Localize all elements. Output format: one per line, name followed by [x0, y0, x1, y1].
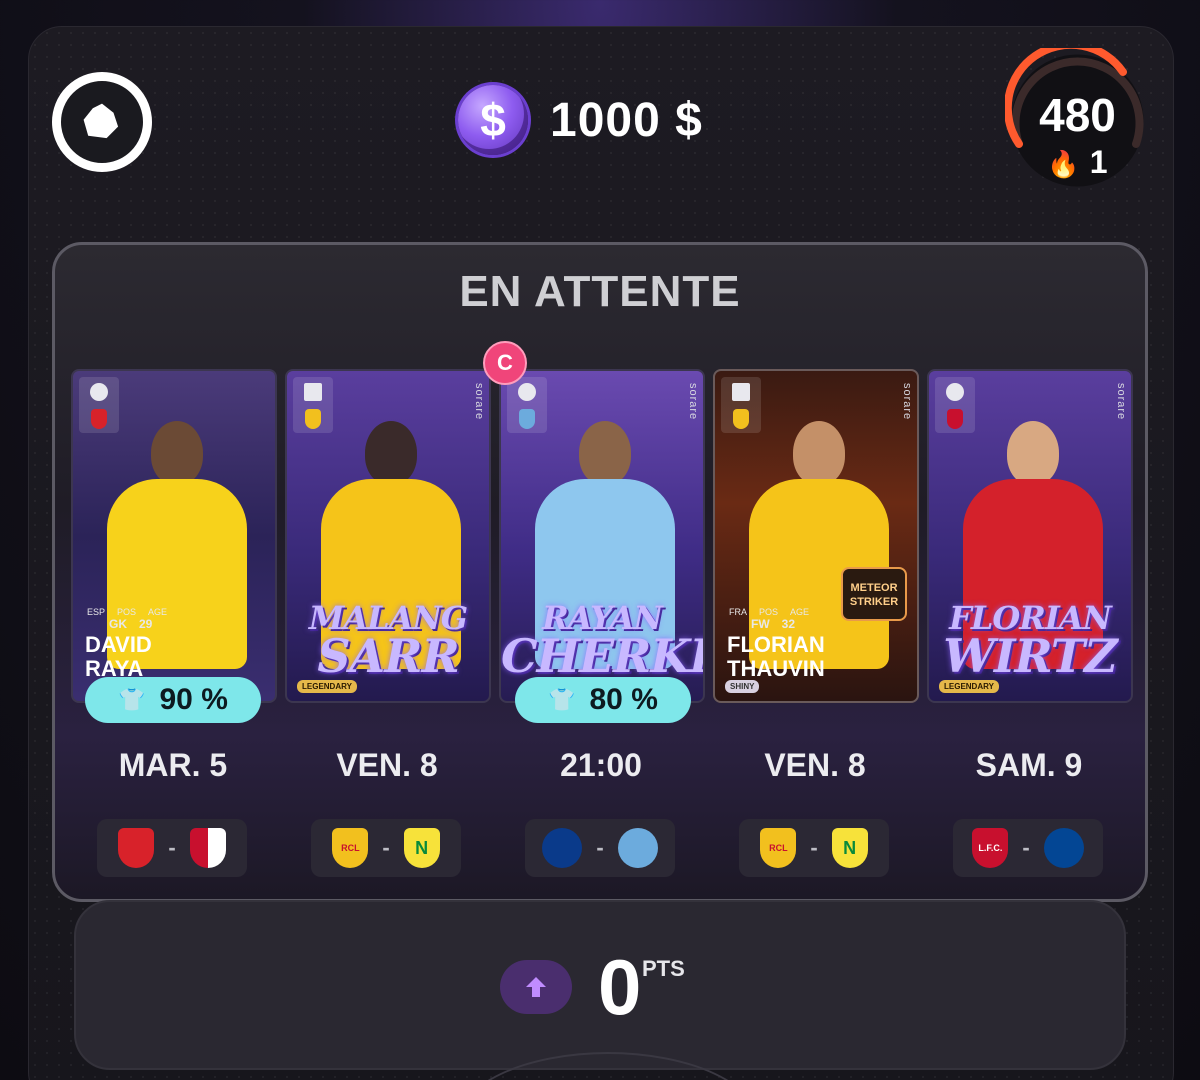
points-panel: 0 PTS — [74, 900, 1126, 1080]
play-chance-badge: 👕 80 % — [515, 677, 691, 723]
captain-badge: C — [483, 341, 527, 385]
man-city-crest-icon — [617, 828, 658, 868]
fixture[interactable]: RCL - N — [311, 819, 461, 877]
jersey-icon: 👕 — [548, 687, 576, 712]
meteor-striker-badge: METEOR STRIKER — [841, 567, 907, 621]
player-card-thauvin[interactable]: sorare METEOR STRIKER FRA POS AGE FW 32 FLOR… — [713, 369, 919, 703]
boost-button[interactable] — [500, 960, 572, 1014]
lens-crest-icon: RCL — [332, 828, 369, 868]
player-card-raya[interactable]: ESP POS AGE GK 29 DAVID RAYA — [71, 369, 277, 703]
logo-icon — [83, 103, 119, 139]
lens-crest-icon: RCL — [760, 828, 797, 868]
nantes-crest-icon: N — [403, 828, 440, 868]
atletico-crest-icon — [189, 828, 226, 868]
player-card-cherki[interactable]: sorare RAYAN CHERKI — [499, 369, 705, 703]
match-date: SAM. 9 — [975, 747, 1083, 783]
fixture[interactable]: RCL - N — [739, 819, 889, 877]
home-button[interactable] — [52, 72, 152, 172]
card-meta: FRA POS AGE FW 32 — [729, 607, 810, 631]
sorare-tag: sorare — [687, 383, 699, 421]
arrow-up-icon — [526, 977, 546, 997]
top-bar: $ 1000 $ 480 🔥 1 — [0, 0, 1200, 220]
sorare-tag: sorare — [473, 383, 485, 421]
liverpool-crest-icon: L.F.C. — [972, 828, 1009, 868]
rarity-tag: SHINY — [725, 680, 760, 693]
match-date: 21:00 — [560, 747, 642, 783]
points-value: 0 — [598, 943, 642, 1031]
lineup-panel: EN ATTENTE ESP POS AGE GK 29 DAVID RAYA sora… — [52, 242, 1148, 902]
rarity-tag: LEGENDARY — [297, 680, 357, 693]
player-last-name: CHERKI — [501, 629, 705, 683]
rarity-tag: LEGENDARY — [939, 680, 999, 693]
chelsea-crest-icon — [1043, 828, 1084, 868]
fixture[interactable]: - — [97, 819, 247, 877]
everton-crest-icon — [542, 828, 583, 868]
card-meta: ESP POS AGE GK 29 — [87, 607, 168, 631]
match-date: VEN. 8 — [764, 747, 866, 783]
score-value: 480 — [1039, 89, 1116, 141]
nantes-crest-icon: N — [831, 828, 868, 868]
player-name: FLORIAN THAUVIN — [727, 632, 825, 681]
jersey-icon: 👕 — [118, 687, 146, 712]
status-title: EN ATTENTE — [459, 267, 741, 316]
player-last-name: WIRTZ — [943, 629, 1117, 683]
fixture[interactable]: - — [525, 819, 675, 877]
player-card-sarr[interactable]: sorare MALANG SARR LEGENDARY — [285, 369, 491, 703]
score-gauge[interactable]: 480 🔥 1 — [1005, 48, 1150, 193]
fixture[interactable]: L.F.C. - — [953, 819, 1103, 877]
balance[interactable]: $ 1000 $ — [458, 85, 703, 155]
match-date: VEN. 8 — [336, 747, 438, 783]
player-card-wirtz[interactable]: sorare FLORIAN WIRTZ LEGENDARY — [927, 369, 1133, 703]
player-last-name: SARR — [317, 629, 459, 683]
streak: 🔥 1 — [1047, 144, 1108, 180]
match-date: MAR. 5 — [118, 747, 228, 783]
arsenal-crest-icon — [118, 828, 155, 868]
balance-amount: 1000 $ — [550, 93, 703, 147]
points-unit: PTS — [642, 956, 685, 981]
sorare-tag: sorare — [901, 383, 913, 421]
sorare-tag: sorare — [1115, 383, 1127, 421]
flame-icon: 🔥 — [1047, 149, 1080, 179]
coin-icon: $ — [458, 85, 528, 155]
player-name: DAVID RAYA — [85, 632, 152, 681]
play-chance-badge: 👕 90 % — [85, 677, 261, 723]
